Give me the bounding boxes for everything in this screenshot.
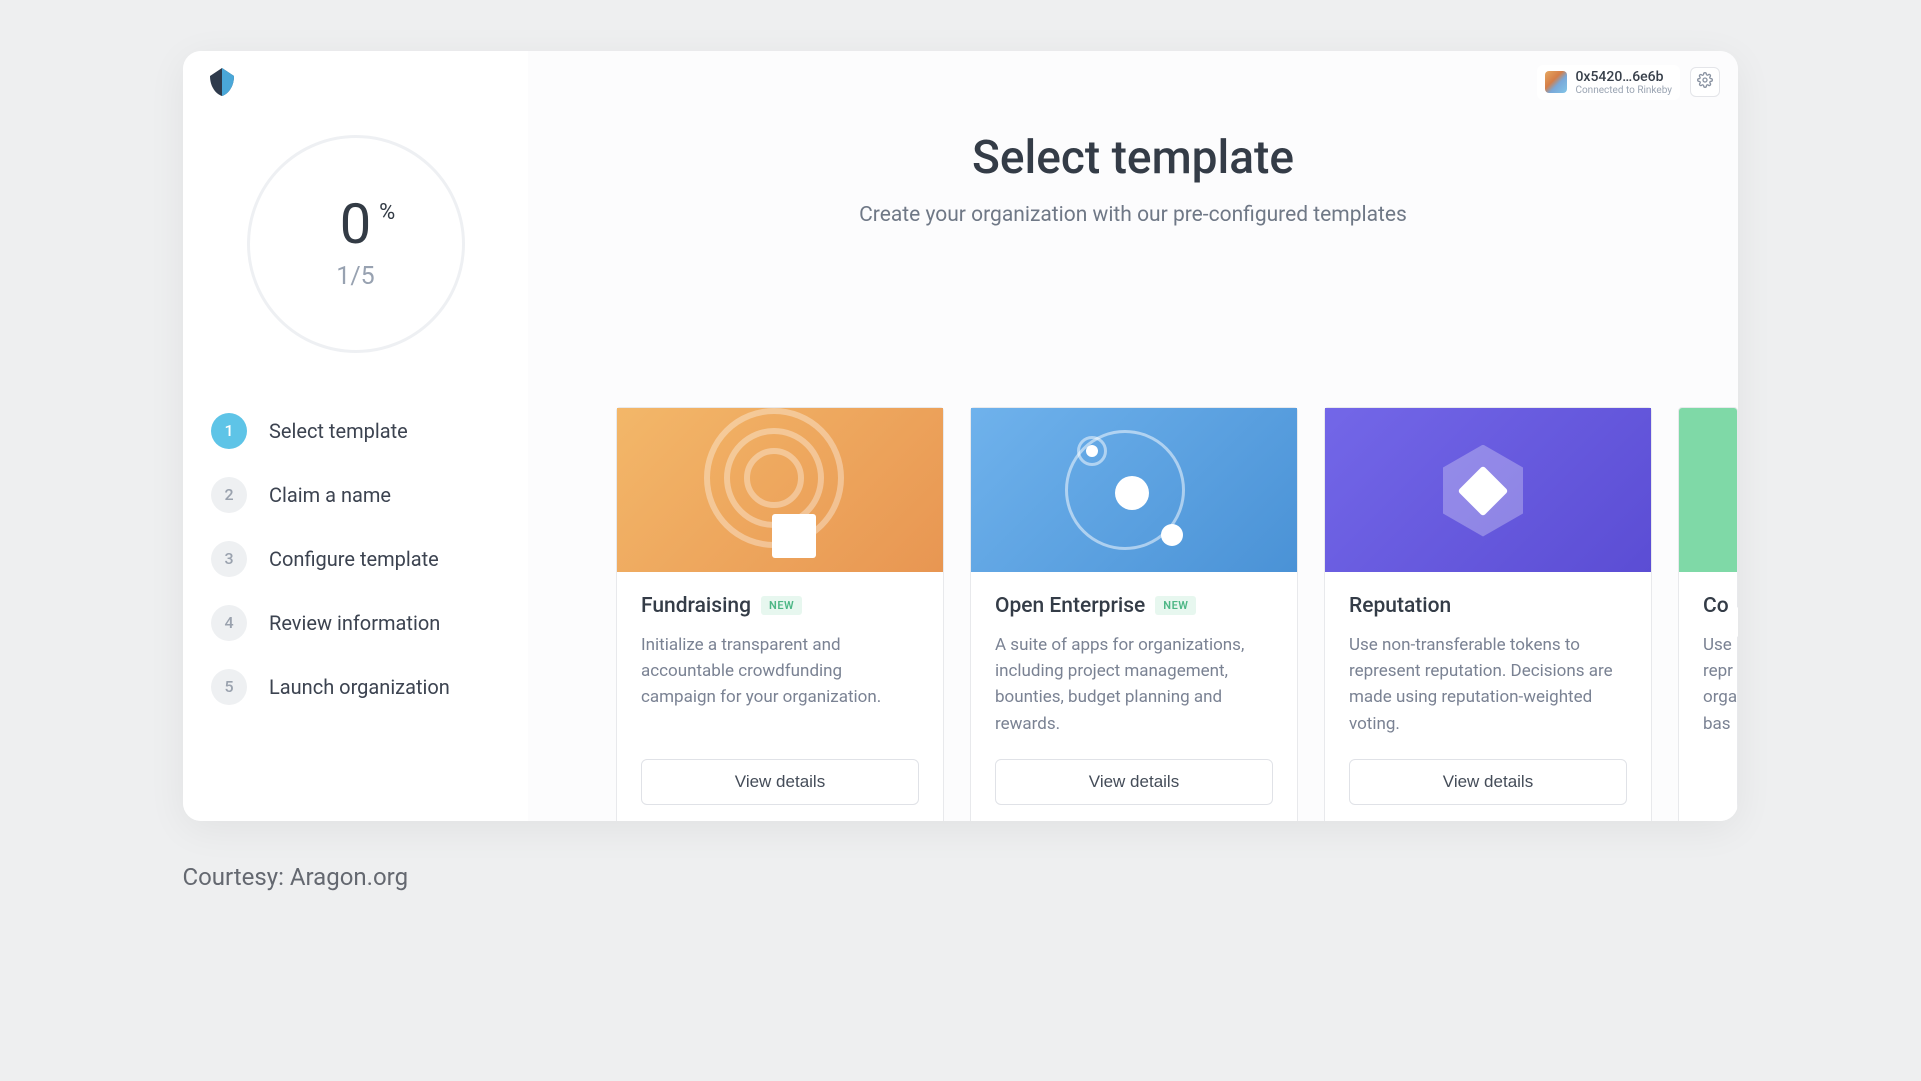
card-title: Co bbox=[1703, 594, 1729, 618]
card-banner bbox=[1679, 408, 1737, 572]
card-description: A suite of apps for organizations, inclu… bbox=[995, 632, 1273, 737]
view-details-button[interactable]: View details bbox=[641, 759, 919, 805]
main-content: 0x5420…6e6b Connected to Rinkeby Select … bbox=[528, 51, 1738, 821]
step-label: Review information bbox=[269, 611, 440, 635]
eagle-icon bbox=[205, 65, 239, 99]
aragon-logo bbox=[205, 65, 239, 99]
progress-percent: 0% bbox=[340, 196, 371, 252]
step-configure-template[interactable]: 3 Configure template bbox=[211, 541, 500, 577]
step-launch-organization[interactable]: 5 Launch organization bbox=[211, 669, 500, 705]
step-number: 1 bbox=[211, 413, 247, 449]
card-banner bbox=[617, 408, 943, 572]
app-window: 0% 1/5 1 Select template 2 Claim a name … bbox=[183, 51, 1738, 821]
gear-icon bbox=[1697, 72, 1713, 92]
step-number: 4 bbox=[211, 605, 247, 641]
step-number: 2 bbox=[211, 477, 247, 513]
image-caption: Courtesy: Aragon.org bbox=[183, 863, 1871, 891]
card-banner bbox=[971, 408, 1297, 572]
progress-circle: 0% 1/5 bbox=[247, 135, 465, 353]
template-card-open-enterprise[interactable]: Open Enterprise NEW A suite of apps for … bbox=[970, 407, 1298, 821]
step-number: 3 bbox=[211, 541, 247, 577]
header-right: 0x5420…6e6b Connected to Rinkeby bbox=[1537, 65, 1720, 101]
reputation-icon bbox=[1443, 445, 1533, 535]
view-details-button[interactable]: View details bbox=[995, 759, 1273, 805]
card-description: Use non-transferable tokens to represent… bbox=[1349, 632, 1627, 737]
wallet-avatar-icon bbox=[1545, 71, 1567, 93]
new-badge: NEW bbox=[761, 596, 802, 615]
sidebar: 0% 1/5 1 Select template 2 Claim a name … bbox=[183, 51, 528, 821]
view-details-button[interactable]: View details bbox=[1349, 759, 1627, 805]
page-subtitle: Create your organization with our pre-co… bbox=[528, 203, 1738, 227]
step-label: Launch organization bbox=[269, 675, 450, 699]
step-claim-name[interactable]: 2 Claim a name bbox=[211, 477, 500, 513]
card-description: Use repr orga bas bbox=[1703, 632, 1713, 737]
step-label: Claim a name bbox=[269, 483, 391, 507]
step-label: Select template bbox=[269, 419, 408, 443]
template-cards-row: Fundraising NEW Initialize a transparent… bbox=[528, 407, 1738, 821]
card-title: Open Enterprise bbox=[995, 594, 1145, 618]
step-review-information[interactable]: 4 Review information bbox=[211, 605, 500, 641]
progress-indicator: 0% 1/5 bbox=[211, 135, 500, 353]
card-description: Initialize a transparent and accountable… bbox=[641, 632, 919, 711]
step-select-template[interactable]: 1 Select template bbox=[211, 413, 500, 449]
card-title: Fundraising bbox=[641, 594, 751, 618]
page-title: Select template bbox=[528, 131, 1738, 185]
step-label: Configure template bbox=[269, 547, 439, 571]
template-card-reputation[interactable]: Reputation Use non-transferable tokens t… bbox=[1324, 407, 1652, 821]
percent-sign: % bbox=[379, 202, 395, 224]
wallet-widget[interactable]: 0x5420…6e6b Connected to Rinkeby bbox=[1537, 65, 1680, 101]
wallet-address: 0x5420…6e6b bbox=[1575, 69, 1672, 85]
card-banner bbox=[1325, 408, 1651, 572]
template-card-fundraising[interactable]: Fundraising NEW Initialize a transparent… bbox=[616, 407, 944, 821]
card-title: Reputation bbox=[1349, 594, 1451, 618]
fundraising-icon bbox=[710, 430, 850, 550]
new-badge: NEW bbox=[1155, 596, 1196, 615]
steps-list: 1 Select template 2 Claim a name 3 Confi… bbox=[211, 413, 500, 705]
progress-step-count: 1/5 bbox=[336, 262, 374, 291]
wallet-connection-status: Connected to Rinkeby bbox=[1575, 85, 1672, 97]
progress-percent-value: 0 bbox=[340, 191, 371, 257]
step-number: 5 bbox=[211, 669, 247, 705]
open-enterprise-icon bbox=[1059, 430, 1209, 550]
settings-button[interactable] bbox=[1690, 67, 1720, 97]
